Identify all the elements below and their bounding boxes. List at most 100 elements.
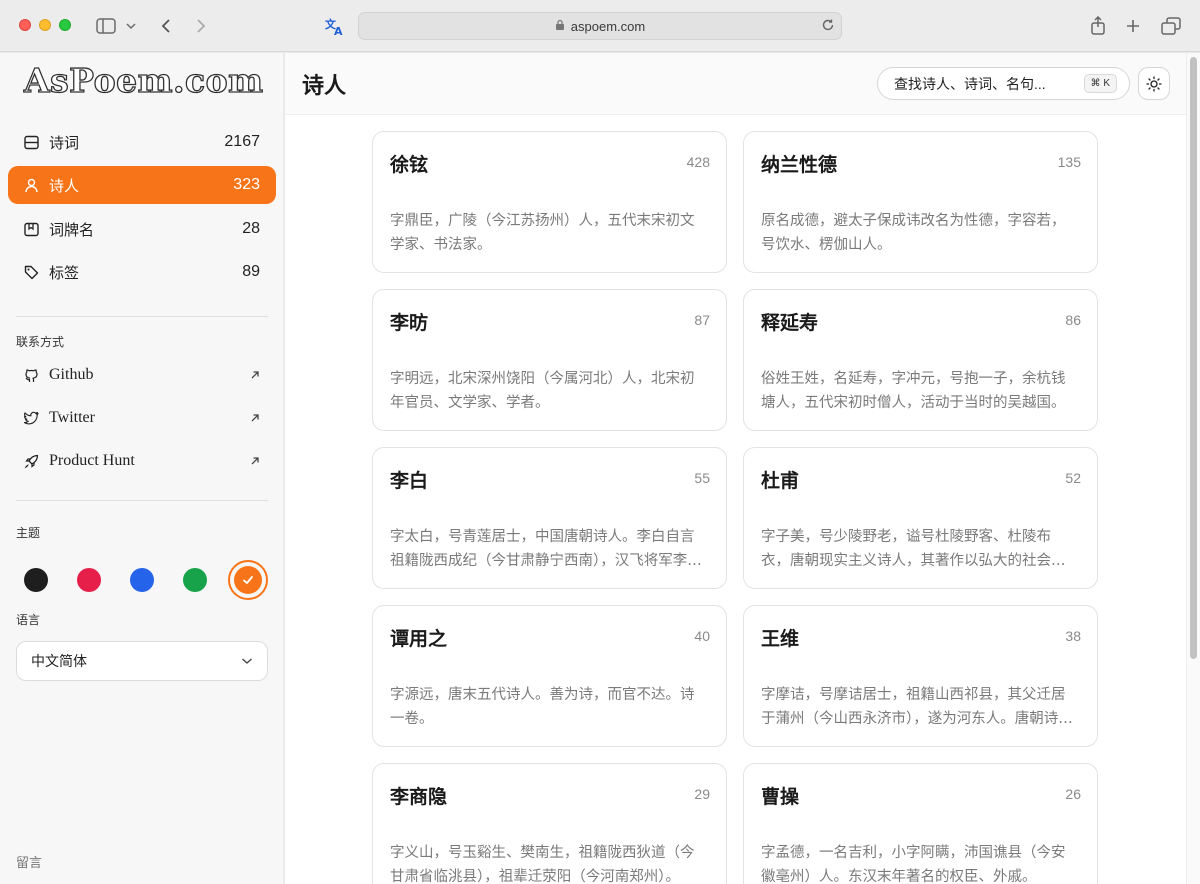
poet-card[interactable]: 徐铉 428 字鼎臣，广陵（今江苏扬州）人，五代末宋初文学家、书法家。 (372, 131, 727, 273)
poet-name: 李白 (390, 470, 429, 492)
github-link[interactable]: Github (8, 357, 276, 393)
window-controls (19, 19, 71, 31)
minimize-window-button[interactable] (39, 19, 51, 31)
new-tab-icon[interactable] (1125, 14, 1141, 38)
back-icon[interactable] (160, 14, 172, 38)
search-input[interactable]: 查找诗人、诗词、名句... ⌘ K (877, 67, 1130, 100)
poet-name: 杜甫 (761, 470, 800, 492)
theme-section-label: 主题 (16, 526, 41, 540)
sidebar: AsPoem.com 诗词 2167 诗人 323 词牌名 28 标签 89 联… (0, 53, 284, 884)
poet-description: 字太白，号青莲居士，中国唐朝诗人。李白自言祖籍陇西成纪（今甘肃静宁西南），汉飞将… (390, 529, 702, 569)
close-window-button[interactable] (19, 19, 31, 31)
poem-icon (24, 134, 40, 150)
poem-count: 38 (1065, 628, 1081, 644)
sidebar-item-label: 词牌名 (49, 221, 95, 239)
scrollbar-thumb[interactable] (1190, 57, 1197, 659)
language-section-label: 语言 (16, 613, 41, 627)
theme-swatch-blue[interactable] (130, 568, 154, 592)
sidebar-item-poems[interactable]: 诗词 2167 (8, 123, 276, 161)
poem-count: 26 (1065, 786, 1081, 802)
contact-section-label: 联系方式 (16, 335, 65, 349)
language-select[interactable]: 中文简体 (16, 641, 268, 681)
theme-toggle-button[interactable] (1138, 67, 1170, 100)
poem-count: 428 (686, 154, 710, 170)
main-content: 诗人 查找诗人、诗词、名句... ⌘ K 徐铉 428 字鼎臣，广陵（今江苏扬州… (285, 53, 1186, 884)
poet-description: 原名成德，避太子保成讳改名为性德，字容若，号饮水、楞伽山人。 (761, 213, 1066, 253)
tag-icon (24, 264, 40, 280)
chevron-down-icon[interactable] (126, 14, 136, 38)
poet-card[interactable]: 李白 55 字太白，号青莲居士，中国唐朝诗人。李白自言祖籍陇西成纪（今甘肃静宁西… (372, 447, 727, 589)
poet-name: 李昉 (390, 312, 429, 334)
sidebar-item-tags[interactable]: 标签 89 (8, 253, 276, 291)
poet-card[interactable]: 李昉 87 字明远，北宋深州饶阳（今属河北）人，北宋初年官员、文学家、学者。 (372, 289, 727, 431)
browser-toolbar: 文A aspoem.com (0, 0, 1200, 52)
divider (16, 500, 268, 501)
github-icon (24, 367, 40, 383)
reload-icon[interactable] (821, 18, 835, 35)
poet-card[interactable]: 杜甫 52 字子美，号少陵野老，谥号杜陵野客、杜陵布衣，唐朝现实主义诗人，其著作… (743, 447, 1098, 589)
theme-swatch-red[interactable] (77, 568, 101, 592)
poem-count: 52 (1065, 470, 1081, 486)
poem-count: 29 (694, 786, 710, 802)
poet-description: 字明远，北宋深州饶阳（今属河北）人，北宋初年官员、文学家、学者。 (390, 371, 695, 411)
feedback-link[interactable]: 留言 (16, 852, 42, 871)
theme-swatches (24, 560, 268, 600)
lock-icon (555, 19, 565, 34)
sun-icon (1146, 75, 1162, 92)
link-label: Twitter (49, 409, 95, 426)
sidebar-item-poets[interactable]: 诗人 323 (8, 166, 276, 204)
sidebar-item-label: 诗人 (49, 177, 80, 195)
poet-card[interactable]: 曹操 26 字孟德，一名吉利，小字阿瞒，沛国谯县（今安徽亳州）人。东汉末年著名的… (743, 763, 1098, 884)
poet-card[interactable]: 李商隐 29 字义山，号玉谿生、樊南生，祖籍陇西狄道（今甘肃省临洮县），祖辈迁荥… (372, 763, 727, 884)
url-text: aspoem.com (570, 18, 646, 34)
sidebar-item-cipai[interactable]: 词牌名 28 (8, 210, 276, 248)
theme-swatch-green[interactable] (183, 568, 207, 592)
sidebar-item-count: 28 (242, 220, 260, 237)
poem-count: 135 (1057, 154, 1081, 170)
check-icon (243, 576, 253, 584)
theme-swatch-orange-selected[interactable] (228, 560, 268, 600)
poet-card[interactable]: 纳兰性德 135 原名成德，避太子保成讳改名为性德，字容若，号饮水、楞伽山人。 (743, 131, 1098, 273)
link-label: Product Hunt (49, 452, 135, 469)
external-link-icon (250, 413, 260, 423)
svg-text:A: A (334, 25, 343, 36)
sidebar-item-count: 323 (233, 176, 260, 193)
product-hunt-link[interactable]: Product Hunt (8, 443, 276, 479)
translate-icon[interactable]: 文A (324, 14, 346, 38)
poet-description: 字孟德，一名吉利，小字阿瞒，沛国谯县（今安徽亳州）人。东汉末年著名的权臣、外戚。 (761, 845, 1066, 884)
poet-description: 字子美，号少陵野老，谥号杜陵野客、杜陵布衣，唐朝现实主义诗人，其著作以弘大的社会… (761, 529, 1066, 569)
poet-card[interactable]: 释延寿 86 俗姓王姓，名延寿，字冲元，号抱一子，余杭钱塘人，五代宋初时僧人，活… (743, 289, 1098, 431)
poet-card[interactable]: 谭用之 40 字源远，唐末五代诗人。善为诗，而官不达。诗一卷。 (372, 605, 727, 747)
forward-icon[interactable] (195, 14, 207, 38)
address-bar[interactable]: aspoem.com (358, 12, 842, 40)
sidebar-item-label: 标签 (49, 264, 80, 282)
poet-description: 字义山，号玉谿生、樊南生，祖籍陇西狄道（今甘肃省临洮县），祖辈迁荥阳（今河南郑州… (390, 845, 695, 884)
poet-card[interactable]: 王维 38 字摩诘，号摩诘居士，祖籍山西祁县，其父迁居于蒲州（今山西永济市），遂… (743, 605, 1098, 747)
external-link-icon (250, 370, 260, 380)
chevron-down-icon (241, 657, 253, 665)
poet-name: 纳兰性德 (761, 154, 838, 176)
search-placeholder: 查找诗人、诗词、名句... (894, 75, 1046, 92)
twitter-icon (24, 410, 40, 426)
share-icon[interactable] (1089, 14, 1107, 38)
maximize-window-button[interactable] (59, 19, 71, 31)
poet-description: 俗姓王姓，名延寿，字冲元，号抱一子，余杭钱塘人，五代宋初时僧人，活动于当时的吴越… (761, 371, 1066, 411)
sidebar-toggle-icon[interactable] (96, 14, 116, 38)
poet-name: 释延寿 (761, 312, 819, 334)
scrollbar[interactable] (1186, 53, 1200, 884)
site-logo[interactable]: AsPoem.com (23, 60, 263, 100)
page-title: 诗人 (302, 73, 347, 99)
poem-count: 40 (694, 628, 710, 644)
poet-name: 徐铉 (390, 154, 429, 176)
page-header: 诗人 查找诗人、诗词、名句... ⌘ K (285, 53, 1186, 115)
twitter-link[interactable]: Twitter (8, 400, 276, 436)
sidebar-item-count: 89 (242, 263, 260, 280)
bookmark-icon (24, 221, 40, 237)
tab-overview-icon[interactable] (1161, 14, 1181, 38)
divider (16, 316, 268, 317)
external-link-icon (250, 456, 260, 466)
theme-swatch-black[interactable] (24, 568, 48, 592)
sidebar-item-count: 2167 (224, 133, 260, 150)
shortcut-badge: ⌘ K (1083, 74, 1117, 93)
poem-count: 86 (1065, 312, 1081, 328)
